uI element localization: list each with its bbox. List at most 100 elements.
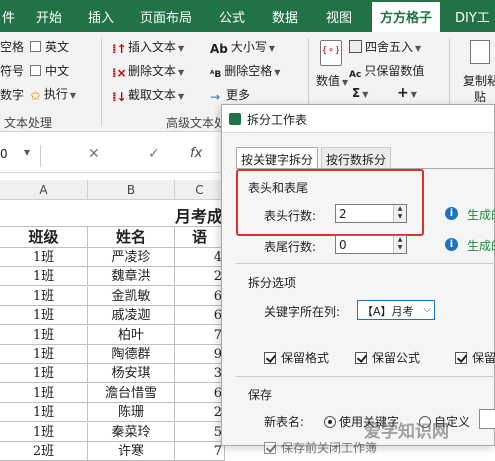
- score-cell[interactable]: 7: [175, 325, 225, 345]
- sheet-title[interactable]: 月考成: [175, 203, 223, 227]
- info-icon: i: [445, 238, 458, 251]
- name-cell[interactable]: 金凯敏: [88, 286, 175, 306]
- case-button[interactable]: Ab 大小写 ▼: [210, 38, 275, 56]
- name-cell[interactable]: 杨安琪: [88, 364, 175, 384]
- column-header-b[interactable]: B: [88, 180, 175, 200]
- keyword-column-select[interactable]: 【A】月考 ⌵: [357, 300, 435, 320]
- tab-data[interactable]: 数据: [272, 7, 298, 26]
- more-icon: →: [210, 90, 221, 104]
- tab-split-by-rows[interactable]: 按行数拆分: [321, 147, 392, 169]
- close-before-save-checkbox[interactable]: 保存前关闭工作簿: [264, 439, 377, 456]
- score-cell[interactable]: 5: [175, 422, 225, 442]
- sigma-button[interactable]: Σ ▼: [352, 86, 368, 100]
- header-cell-name[interactable]: 姓名: [88, 227, 175, 248]
- score-cell[interactable]: 4: [175, 248, 225, 267]
- insert-text-button[interactable]: ⁞↑插入文本 ▼: [112, 38, 184, 56]
- class-cell[interactable]: 2班: [0, 442, 88, 461]
- class-cell[interactable]: 1班: [0, 345, 88, 364]
- delete-space-button[interactable]: ᴬB 删除空格 ▼: [210, 62, 280, 83]
- footer-rows-stepper[interactable]: 0 ▲ ▼: [335, 235, 407, 254]
- delete-text-button[interactable]: ⁞×删除文本 ▼: [112, 62, 184, 80]
- numeric-button[interactable]: 数值 ▼: [316, 72, 348, 89]
- class-cell[interactable]: 1班: [0, 383, 88, 403]
- keep-values-button[interactable]: Ac 只保留数值: [349, 62, 424, 83]
- keep-format-checkbox[interactable]: 保留格式: [264, 349, 329, 366]
- class-cell[interactable]: 1班: [0, 325, 88, 345]
- tab-page-layout[interactable]: 页面布局: [140, 7, 192, 26]
- column-header-c[interactable]: C: [175, 180, 225, 200]
- ribbon-space-partial[interactable]: 空格: [0, 38, 24, 55]
- class-cell[interactable]: 1班: [0, 286, 88, 306]
- name-cell[interactable]: 陈珊: [88, 403, 175, 423]
- header-rows-value[interactable]: 2: [339, 207, 347, 221]
- chevron-down-icon: ▼: [342, 78, 349, 87]
- stepper-buttons[interactable]: ▲ ▼: [393, 205, 406, 222]
- ribbon-symbol-partial[interactable]: 符号: [0, 62, 24, 79]
- sigma-icon: Σ: [352, 86, 361, 100]
- chevron-down-icon: ▼: [415, 44, 422, 53]
- more-button[interactable]: → 更多: [210, 86, 250, 104]
- score-cell[interactable]: 2: [175, 267, 225, 287]
- chevron-down-icon: ▼: [274, 68, 281, 77]
- stepper-down-icon[interactable]: ▼: [394, 213, 406, 221]
- execute-button[interactable]: ✩ 执行 ▼: [30, 85, 76, 104]
- cancel-icon[interactable]: ✕: [88, 146, 100, 162]
- stepper-buttons[interactable]: ▲ ▼: [393, 236, 406, 253]
- fx-icon[interactable]: fx: [190, 146, 202, 161]
- keep-other-checkbox[interactable]: 保留: [455, 349, 495, 366]
- copy-paste-button[interactable]: 复制粘: [463, 72, 495, 89]
- tab-formulas[interactable]: 公式: [219, 7, 245, 26]
- tab-diy[interactable]: DIY工: [455, 7, 490, 26]
- name-cell[interactable]: 柏叶: [88, 325, 175, 345]
- name-box[interactable]: 0: [0, 147, 8, 161]
- class-cell[interactable]: 1班: [0, 306, 88, 326]
- tab-file[interactable]: 件: [2, 7, 15, 26]
- stepper-down-icon[interactable]: ▼: [394, 244, 406, 252]
- checkbox-checked-icon: [455, 352, 467, 364]
- split-options-section-title: 拆分选项: [248, 276, 297, 290]
- custom-name-input[interactable]: [479, 409, 495, 429]
- header-cell-class[interactable]: 班级: [0, 227, 88, 248]
- copy-paste-label-2: 贴: [474, 90, 487, 104]
- score-cell[interactable]: 2: [175, 403, 225, 423]
- score-cell[interactable]: 9: [175, 345, 225, 364]
- tab-home[interactable]: 开始: [36, 7, 62, 26]
- plus-button[interactable]: + ▼: [397, 85, 417, 101]
- round-button[interactable]: 四舍五入 ▼: [349, 38, 421, 55]
- tab-view[interactable]: 视图: [326, 7, 352, 26]
- stepper-up-icon[interactable]: ▲: [394, 236, 406, 244]
- dialog-titlebar[interactable]: 拆分工作表: [222, 105, 494, 133]
- name-cell[interactable]: 戚凌迦: [88, 306, 175, 326]
- extract-text-button[interactable]: ⁞↓截取文本 ▼: [112, 86, 184, 104]
- class-cell[interactable]: 1班: [0, 403, 88, 423]
- confirm-icon[interactable]: ✓: [148, 146, 160, 162]
- class-cell[interactable]: 1班: [0, 267, 88, 287]
- footer-rows-value[interactable]: 0: [339, 238, 347, 252]
- name-cell[interactable]: 陶德群: [88, 345, 175, 364]
- name-cell[interactable]: 澹台惜雪: [88, 383, 175, 403]
- score-cell[interactable]: 6: [175, 383, 225, 403]
- column-header-a[interactable]: A: [0, 180, 88, 200]
- chinese-checkbox[interactable]: 中文: [30, 62, 69, 79]
- class-cell[interactable]: 1班: [0, 364, 88, 384]
- name-cell[interactable]: 魏章洪: [88, 267, 175, 287]
- name-cell[interactable]: 秦菜玲: [88, 422, 175, 442]
- header-rows-stepper[interactable]: 2 ▲ ▼: [335, 204, 407, 223]
- tab-insert[interactable]: 插入: [88, 7, 114, 26]
- class-cell[interactable]: 1班: [0, 248, 88, 267]
- header-cell-chinese[interactable]: 语: [175, 227, 225, 248]
- score-cell[interactable]: 7: [175, 442, 225, 461]
- keep-formula-checkbox[interactable]: 保留公式: [355, 349, 420, 366]
- class-cell[interactable]: 1班: [0, 422, 88, 442]
- name-cell[interactable]: 严凌珍: [88, 248, 175, 267]
- name-cell[interactable]: 许寒: [88, 442, 175, 461]
- stepper-up-icon[interactable]: ▲: [394, 205, 406, 213]
- score-cell[interactable]: 3: [175, 364, 225, 384]
- score-cell[interactable]: 6: [175, 286, 225, 306]
- tab-split-by-keyword[interactable]: 按关键字拆分: [236, 147, 319, 169]
- english-checkbox[interactable]: 英文: [30, 38, 69, 55]
- chevron-down-icon[interactable]: ▾: [24, 145, 30, 159]
- score-cell[interactable]: 6: [175, 306, 225, 326]
- tab-fangfanggezi[interactable]: 方方格子: [372, 2, 441, 32]
- ribbon-number-partial[interactable]: 数字: [0, 86, 24, 103]
